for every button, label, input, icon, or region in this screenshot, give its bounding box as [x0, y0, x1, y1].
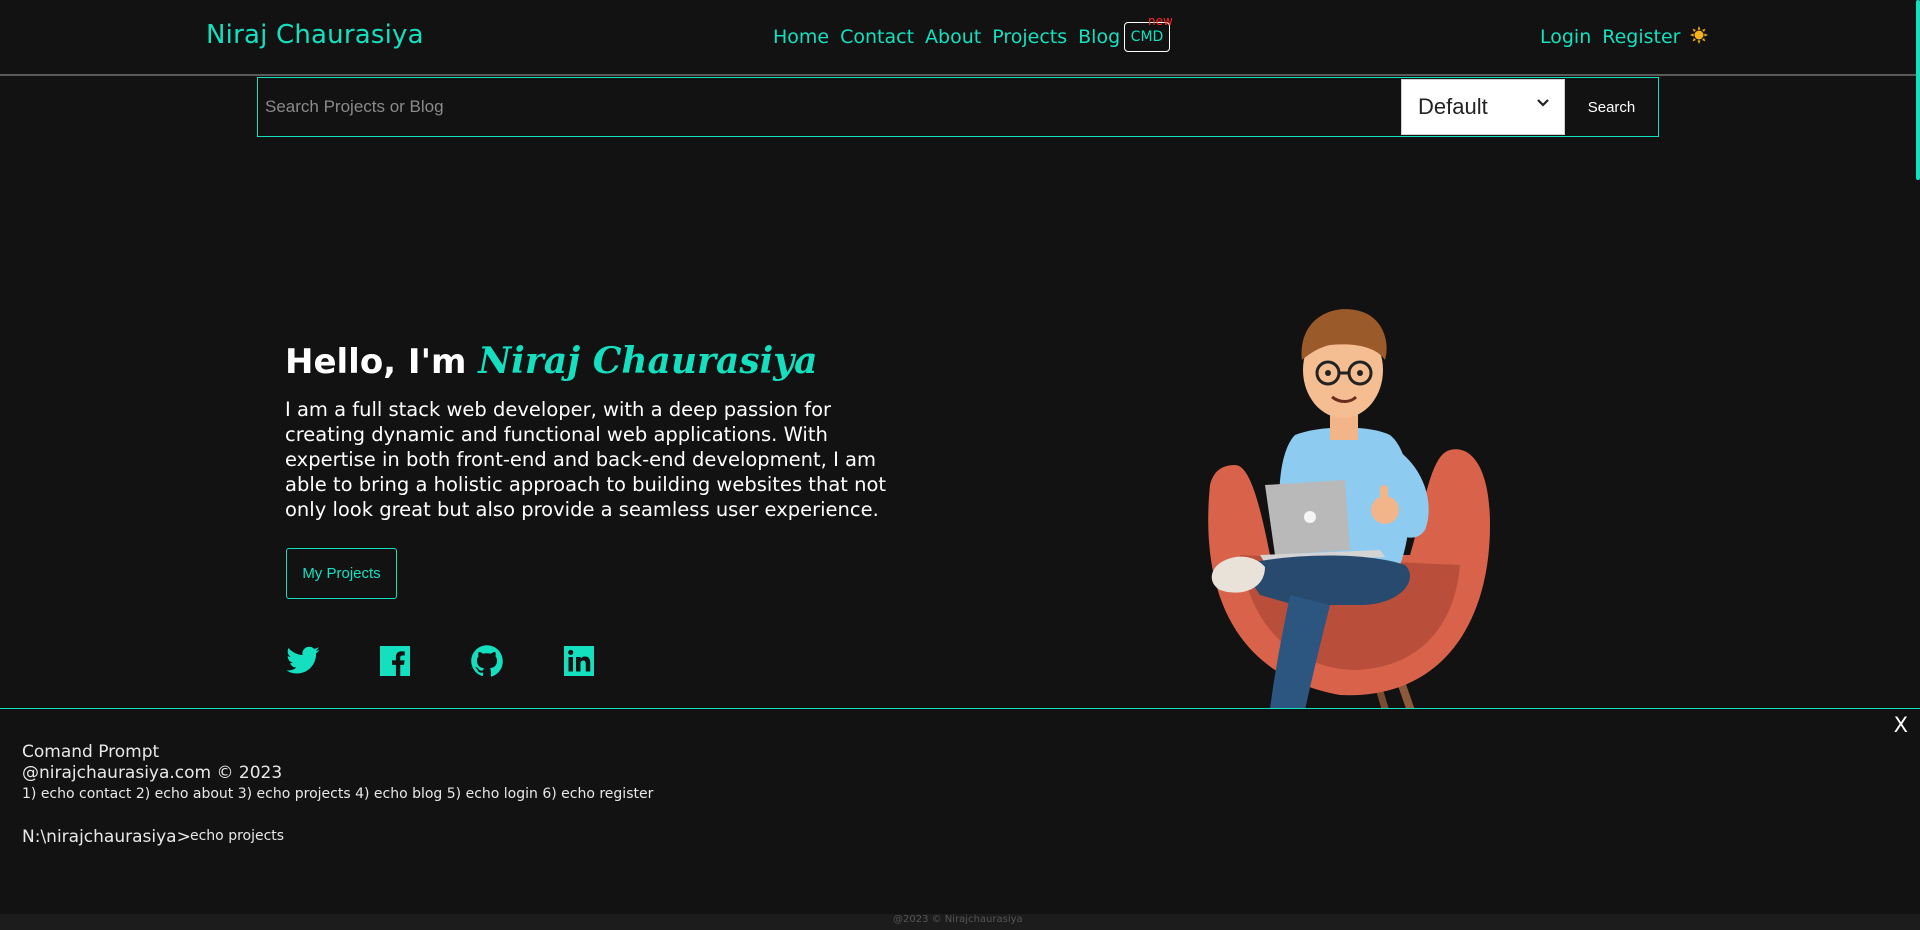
facebook-icon[interactable]	[377, 643, 413, 679]
cmd-copyright: @nirajchaurasiya.com © 2023	[22, 763, 283, 783]
hero-title: Hello, I'm Niraj Chaurasiya	[285, 340, 818, 382]
nav-link-about[interactable]: About	[925, 26, 981, 48]
cmd-prompt-label: N:\nirajchaurasiya>	[22, 827, 191, 847]
register-link[interactable]: Register	[1602, 26, 1680, 48]
hero-name: Niraj Chaurasiya	[478, 340, 818, 382]
search-bar: Default Search	[257, 77, 1659, 137]
search-button[interactable]: Search	[1565, 78, 1658, 136]
login-link[interactable]: Login	[1540, 26, 1591, 48]
footer-text: @2023 © Nirajchaurasiya	[893, 914, 1023, 925]
nav-link-home[interactable]: Home	[773, 26, 829, 48]
brand-logo-text[interactable]: Niraj Chaurasiya	[206, 20, 424, 50]
hero-description: I am a full stack web developer, with a …	[285, 398, 887, 521]
search-input[interactable]	[258, 78, 1400, 136]
close-icon[interactable]: X	[1894, 713, 1908, 737]
auth-links: Login Register	[1540, 26, 1681, 48]
sun-icon[interactable]	[1690, 26, 1708, 44]
nav-link-projects[interactable]: Projects	[992, 26, 1067, 48]
cmd-input[interactable]	[188, 827, 792, 845]
twitter-icon[interactable]	[285, 643, 321, 679]
hero-greeting: Hello, I'm	[285, 342, 479, 382]
sort-selected-value: Default	[1418, 94, 1488, 119]
sort-select[interactable]: Default	[1401, 79, 1565, 135]
new-badge: new	[1148, 14, 1173, 28]
cmd-help-text: 1) echo contact 2) echo about 3) echo pr…	[22, 786, 654, 802]
cmd-title: Comand Prompt	[22, 742, 160, 762]
github-icon[interactable]	[469, 643, 505, 679]
my-projects-button[interactable]: My Projects	[286, 548, 397, 599]
nav-link-blog[interactable]: Blog	[1078, 26, 1120, 48]
linkedin-icon[interactable]	[561, 643, 597, 679]
nav-link-contact[interactable]: Contact	[840, 26, 914, 48]
nav-links: Home Contact About Projects Blog	[773, 26, 1120, 48]
top-navbar: Niraj Chaurasiya Home Contact About Proj…	[0, 0, 1920, 76]
scrollbar-thumb[interactable]	[1916, 0, 1920, 180]
chevron-down-icon	[1537, 99, 1549, 107]
command-prompt-panel: X Comand Prompt @nirajchaurasiya.com © 2…	[0, 708, 1920, 915]
